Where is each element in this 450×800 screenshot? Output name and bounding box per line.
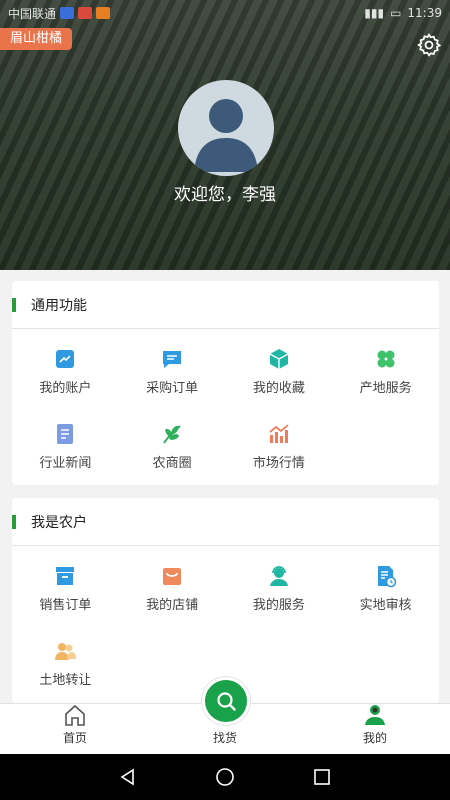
notification-app-icon	[78, 7, 93, 19]
section-header: 我是农户	[12, 498, 439, 546]
leaf-icon	[163, 425, 181, 444]
tab-mine[interactable]: 我的	[300, 704, 450, 754]
menu-label: 行业新闻	[39, 456, 92, 471]
menu-label: 市场行情	[252, 456, 305, 471]
profile-header: 中国联通 ▮▮▮ ▭ 11:39 眉山柑橘 欢迎您，李强	[0, 0, 450, 270]
menu-label: 产地服务	[359, 381, 412, 396]
notification-app-icon	[60, 7, 75, 19]
user-avatar[interactable]	[178, 80, 274, 176]
settings-gear-icon[interactable]	[416, 32, 442, 58]
menu-my-collection[interactable]: 我的收藏	[226, 329, 333, 404]
service-icon	[269, 566, 288, 586]
welcome-text: 欢迎您，李强	[174, 185, 276, 205]
shop-icon	[163, 568, 182, 585]
user-profile-icon	[365, 705, 385, 725]
back-triangle-icon[interactable]	[118, 767, 138, 787]
default-user-icon	[194, 99, 258, 172]
tab-home[interactable]: 首页	[0, 704, 150, 754]
menu-sales-orders[interactable]: 销售订单	[12, 546, 119, 621]
home-circle-icon[interactable]	[215, 767, 235, 787]
menu-label: 我的收藏	[252, 381, 305, 396]
home-icon	[65, 704, 85, 726]
tab-label: 我的	[362, 731, 387, 745]
menu-label: 采购订单	[146, 381, 199, 396]
audit-icon	[377, 566, 396, 588]
menu-label: 我的店铺	[146, 598, 199, 613]
status-bar: 中国联通 ▮▮▮ ▭ 11:39	[0, 0, 450, 26]
menu-label: 实地审核	[359, 598, 412, 613]
tab-label: 找货	[212, 731, 237, 745]
notification-app-icon	[96, 7, 111, 19]
menu-field-audit[interactable]: 实地审核	[332, 546, 439, 621]
menu-label: 我的服务	[252, 598, 305, 613]
section-title: 通用功能	[31, 297, 87, 314]
menu-label: 农商圈	[152, 456, 192, 471]
menu-label: 销售订单	[39, 598, 92, 613]
collection-icon	[269, 349, 289, 369]
signal-icon: ▮▮▮	[364, 6, 385, 20]
find-goods-search-button[interactable]	[202, 677, 250, 725]
news-icon	[57, 424, 74, 444]
market-chart-icon	[269, 424, 289, 443]
menu-label: 土地转让	[39, 673, 92, 688]
tab-label: 首页	[62, 731, 87, 745]
order-icon	[163, 351, 182, 368]
section-accent-bar	[12, 514, 16, 529]
general-functions-card: 通用功能 我的账户 采购订单 我的收藏 产地服务 行业新闻 农商圈 市场行情	[12, 281, 439, 485]
recent-apps-square-icon[interactable]	[312, 767, 332, 787]
land-transfer-icon	[55, 643, 77, 660]
carrier-label: 中国联通	[8, 6, 57, 21]
menu-label: 我的账户	[39, 381, 92, 396]
clover-icon	[377, 350, 395, 368]
menu-my-account[interactable]: 我的账户	[12, 329, 119, 404]
battery-icon: ▭	[390, 6, 402, 20]
menu-land-transfer[interactable]: 土地转让	[12, 621, 119, 696]
sales-box-icon	[56, 567, 75, 585]
menu-agri-circle[interactable]: 农商圈	[119, 404, 226, 479]
farmer-functions-card: 我是农户 销售订单 我的店铺 我的服务 实地审核 土地转让	[12, 498, 439, 703]
menu-origin-service[interactable]: 产地服务	[332, 329, 439, 404]
system-navigation-bar	[0, 754, 450, 800]
menu-my-service[interactable]: 我的服务	[226, 546, 333, 621]
clock-time: 11:39	[407, 6, 442, 20]
region-tag[interactable]: 眉山柑橘	[0, 28, 73, 50]
search-icon	[217, 692, 236, 711]
section-title: 我是农户	[31, 514, 87, 531]
menu-industry-news[interactable]: 行业新闻	[12, 404, 119, 479]
menu-market-quotes[interactable]: 市场行情	[226, 404, 333, 479]
menu-my-shop[interactable]: 我的店铺	[119, 546, 226, 621]
menu-purchase-orders[interactable]: 采购订单	[119, 329, 226, 404]
account-icon	[56, 350, 75, 368]
section-accent-bar	[12, 297, 16, 312]
section-header: 通用功能	[12, 281, 439, 329]
